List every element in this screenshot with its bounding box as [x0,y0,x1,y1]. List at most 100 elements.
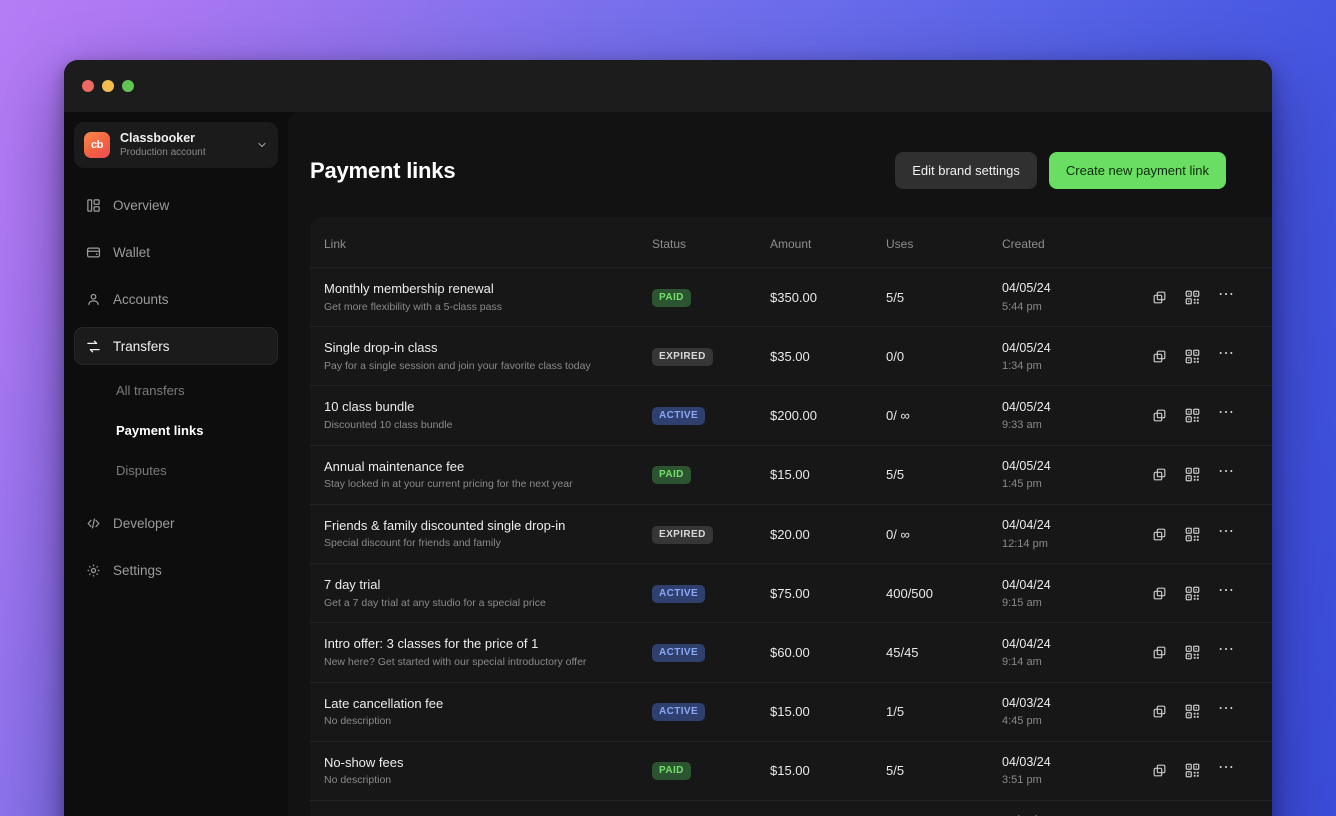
cell-amount: $20.00 [770,526,810,542]
sidebar-item-overview[interactable]: Overview [74,186,278,224]
sidebar-item-accounts[interactable]: Accounts [74,280,278,318]
more-options-icon[interactable]: ⋯ [1218,464,1235,480]
org-subtitle: Production account [120,146,206,158]
gear-icon [86,563,101,578]
more-options-icon[interactable]: ⋯ [1218,405,1235,421]
link-description: Get a 7 day trial at any studio for a sp… [324,596,546,609]
table-row[interactable]: 10 class bundle Discounted 10 class bundl… [310,385,1272,445]
more-options-icon[interactable]: ⋯ [1218,582,1235,598]
sidebar-item-label: Overview [113,197,170,213]
table-body: Monthly membership renewal Get more flexi… [310,267,1272,816]
more-options-icon[interactable]: ⋯ [1218,345,1235,361]
copy-icon[interactable] [1152,290,1167,305]
more-options-icon[interactable]: ⋯ [1218,286,1235,302]
cell-amount: $35.00 [770,348,810,364]
more-options-icon[interactable]: ⋯ [1218,642,1235,658]
code-icon [86,516,101,531]
created-time: 1:34 pm [1002,359,1042,372]
table-row[interactable]: Weekend workshopSecure your spot to our … [310,800,1272,816]
copy-icon[interactable] [1152,586,1167,601]
maximize-window-button[interactable] [122,80,134,92]
copy-icon[interactable] [1152,704,1167,719]
cell-uses: 5/5 [886,467,905,483]
link-name: Single drop-in class [324,340,438,356]
cell-actions: ⋯ [1152,445,1272,504]
app-body: cb Classbooker Production account Overvi… [64,112,1272,816]
copy-icon[interactable] [1152,349,1167,364]
page-header: Payment links Edit brand settings Create… [310,112,1272,217]
copy-icon[interactable] [1152,763,1167,778]
cell-amount: $15.00 [770,467,810,483]
qr-code-icon[interactable] [1185,763,1200,778]
cell-amount: $15.00 [770,763,810,779]
copy-icon[interactable] [1152,527,1167,542]
created-time: 12:14 pm [1002,537,1048,550]
table-row[interactable]: Annual maintenance fee Stay locked in at … [310,445,1272,504]
sidebar-subitem-payment-links[interactable]: Payment links [74,414,278,446]
create-new-payment-link-button[interactable]: Create new payment link [1048,152,1226,189]
person-icon [86,292,101,307]
column-header-actions [1152,217,1272,268]
link-description: Stay locked in at your current pricing f… [324,478,573,491]
table-row[interactable]: No-show fees No description PAID $15.00 5/5 0… [310,741,1272,800]
created-time: 4:45 pm [1002,715,1042,728]
sidebar-item-settings[interactable]: Settings [74,551,278,589]
sidebar-subitem-all-transfers[interactable]: All transfers [74,374,278,406]
sidebar-subitem-disputes[interactable]: Disputes [74,454,278,486]
cell-uses: 400/500 [886,585,933,601]
link-name: Annual maintenance fee [324,458,465,474]
qr-code-icon[interactable] [1185,290,1200,305]
cell-uses: 0/ ∞ [886,526,910,542]
table-row[interactable]: Intro offer: 3 classes for the price of … [310,622,1272,682]
table-row[interactable]: Single drop-in class Pay for a single ses… [310,326,1272,386]
table-header: Link Status Amount Uses Created [310,217,1272,268]
cell-uses: 0/0 [886,348,905,364]
status-badge: ACTIVE [652,407,706,426]
status-badge: EXPIRED [652,347,713,366]
cell-link: Monthly membership renewal Get more flexi… [310,268,652,327]
table-row[interactable]: 7 day trial Get a 7 day trial at any stud… [310,563,1272,623]
table-header-row: Link Status Amount Uses Created [310,217,1272,268]
more-options-icon[interactable]: ⋯ [1218,523,1235,539]
dashboard-icon [86,198,101,213]
created-date: 04/04/24 [1002,577,1051,592]
minimize-window-button[interactable] [102,80,114,92]
copy-icon[interactable] [1152,467,1167,482]
close-window-button[interactable] [82,80,94,92]
edit-brand-settings-button[interactable]: Edit brand settings [895,152,1037,189]
qr-code-icon[interactable] [1185,645,1200,660]
cell-actions: ⋯ [1152,623,1272,682]
sidebar-item-developer[interactable]: Developer [74,504,278,542]
qr-code-icon[interactable] [1185,586,1200,601]
sidebar-item-transfers[interactable]: Transfers [74,327,278,366]
qr-code-icon[interactable] [1185,408,1200,423]
sidebar-item-wallet[interactable]: Wallet [74,233,278,271]
copy-icon[interactable] [1152,645,1167,660]
table-row[interactable]: Monthly membership renewal Get more flexi… [310,267,1272,327]
cell-actions: ⋯ [1152,801,1272,816]
qr-code-icon[interactable] [1185,527,1200,542]
chevron-down-icon [256,139,268,151]
copy-icon[interactable] [1152,408,1167,423]
cell-created: 04/05/24 1:45 pm [1002,445,1152,504]
sidebar: cb Classbooker Production account Overvi… [64,112,288,816]
table-row[interactable]: Late cancellation fee No description ACTIV… [310,682,1272,741]
cell-actions: ⋯ [1152,268,1272,327]
cell-uses: 0/45 [886,801,1002,816]
status-badge: ACTIVE [652,584,706,603]
table-row[interactable]: Friends & family discounted single drop-… [310,504,1272,563]
qr-code-icon[interactable] [1185,349,1200,364]
created-time: 3:51 pm [1002,774,1042,787]
cell-actions: ⋯ [1152,504,1272,563]
cell-created: 04/05/24 1:34 pm [1002,327,1152,386]
column-header-amount: Amount [770,237,812,251]
cell-link: Single drop-in class Pay for a single ses… [310,327,652,386]
row-actions: ⋯ [1152,464,1272,482]
column-header-created: Created [1002,237,1045,251]
more-options-icon[interactable]: ⋯ [1218,701,1235,717]
org-switcher[interactable]: cb Classbooker Production account [74,122,278,169]
row-actions: ⋯ [1152,582,1272,601]
qr-code-icon[interactable] [1185,704,1200,719]
more-options-icon[interactable]: ⋯ [1218,760,1235,776]
qr-code-icon[interactable] [1185,467,1200,482]
